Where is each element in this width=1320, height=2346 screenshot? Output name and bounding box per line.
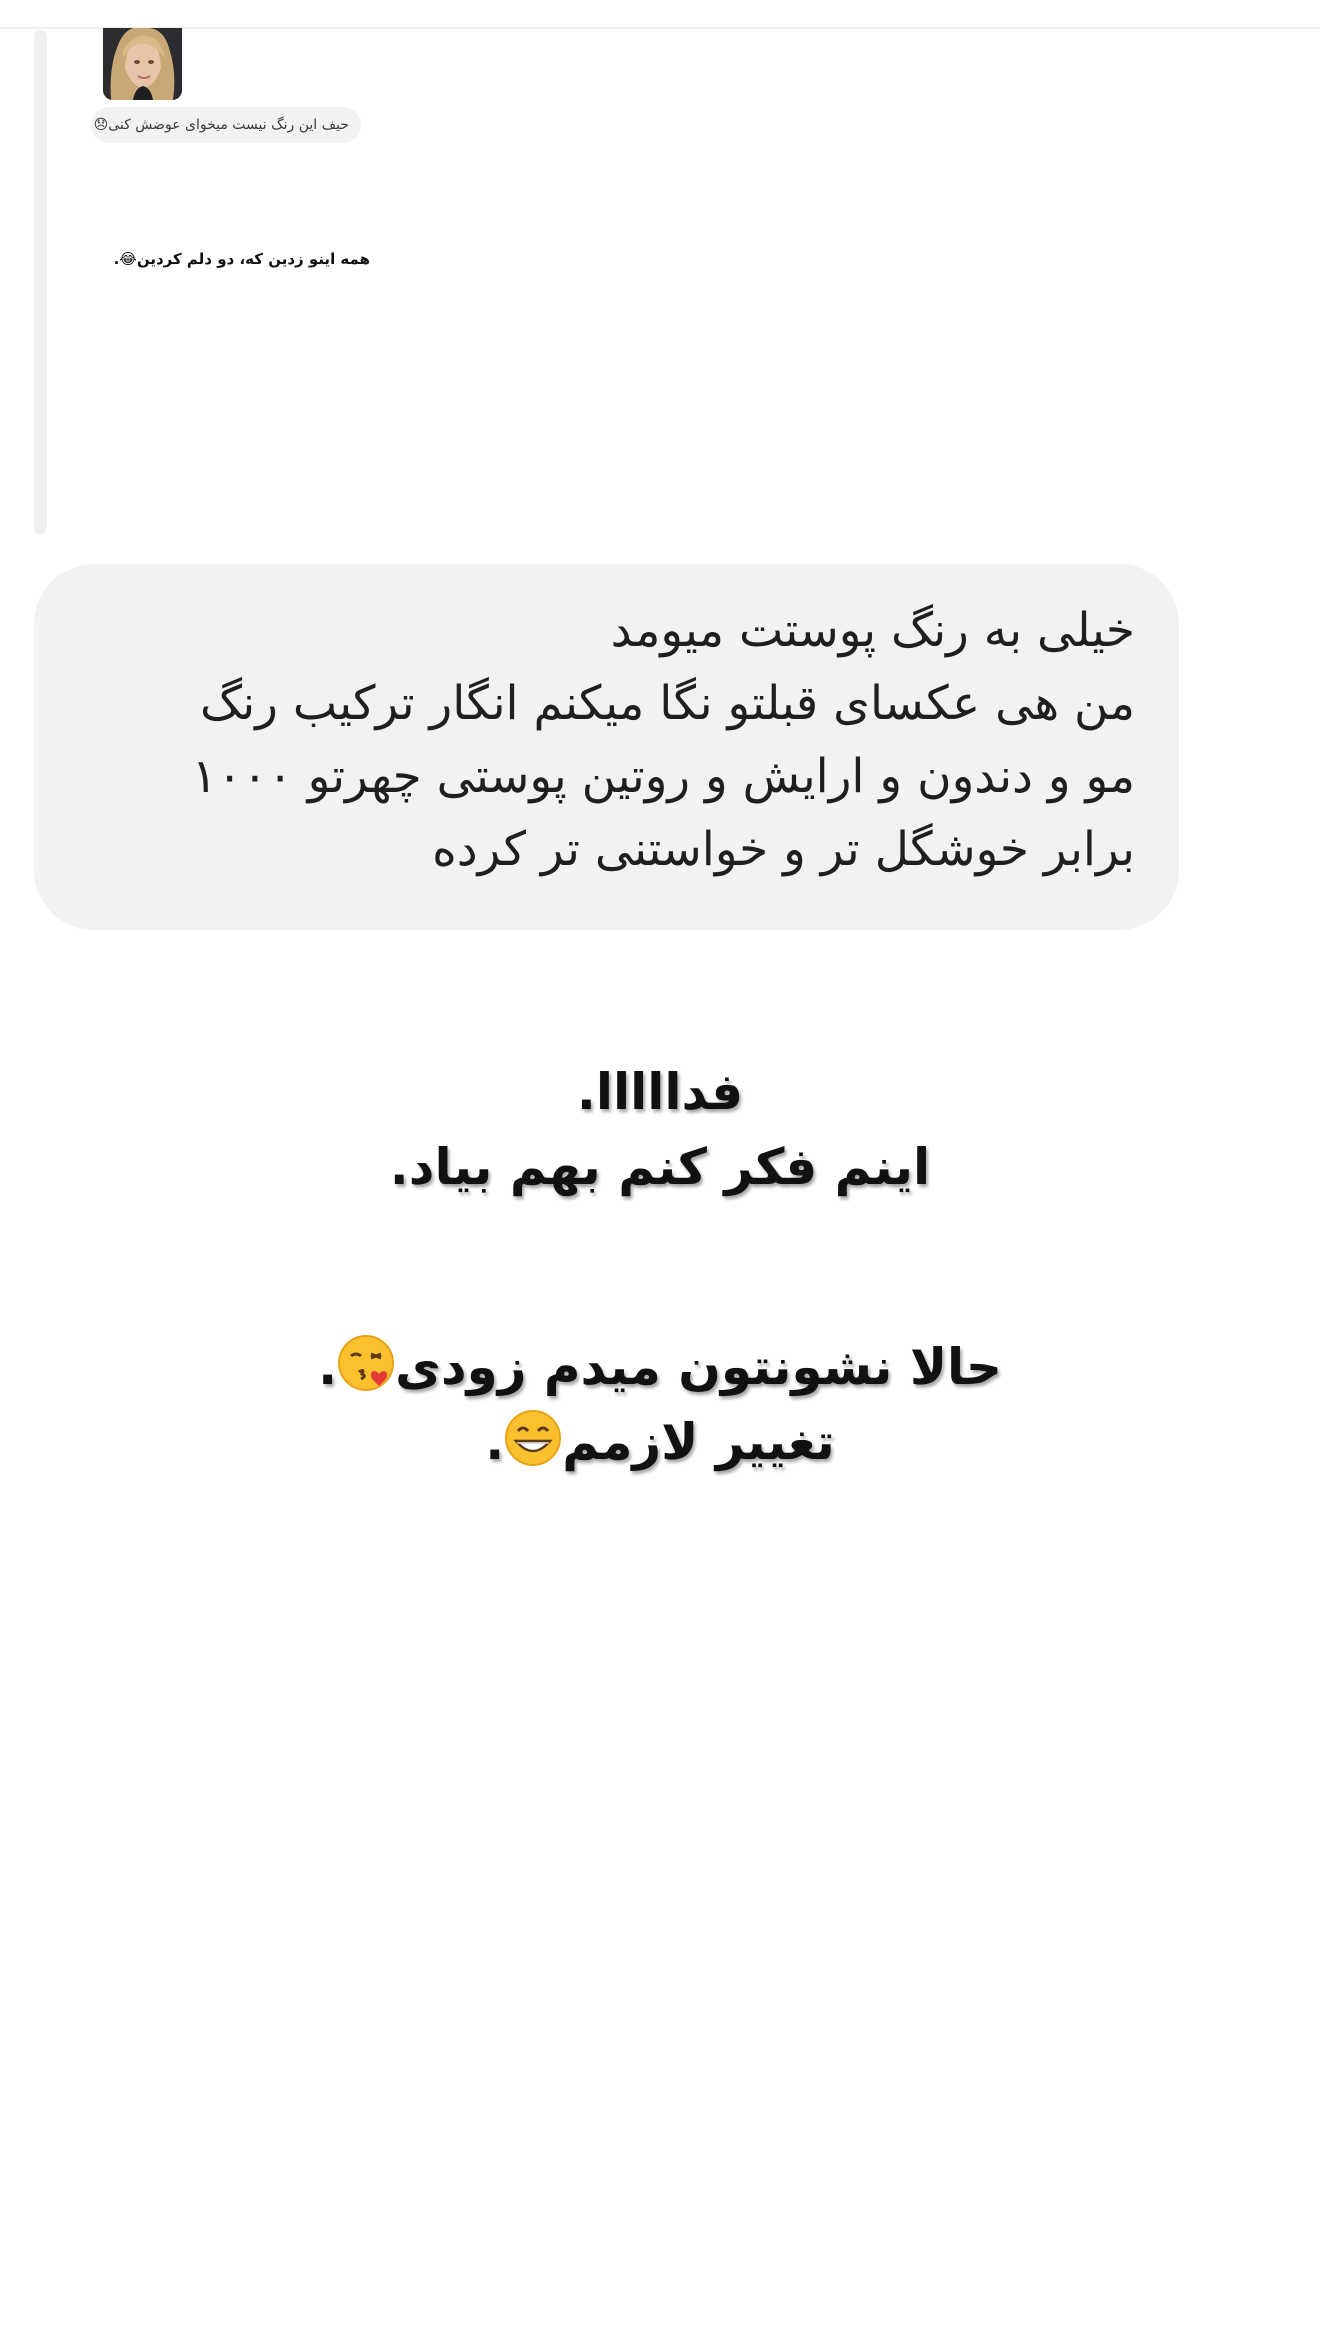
- top-divider: [0, 27, 1320, 29]
- story-text-line-2: اینم فکر کنم بهم بیاد.: [389, 1138, 931, 1196]
- kissing-face-icon: [337, 1334, 395, 1392]
- reply-message-text: خیلی به رنگ پوستت میومد من هی عکسای قبلت…: [191, 603, 1135, 877]
- reply-message-bubble[interactable]: خیلی به رنگ پوستت میومد من هی عکسای قبلت…: [34, 564, 1179, 930]
- story-thumbnail[interactable]: [103, 28, 182, 100]
- quoted-story-caption: همه اینو زدین که، دو دلم کردین😂.: [113, 250, 370, 268]
- story-text-line-3-end: .: [318, 1338, 338, 1396]
- story-text-line-4-end: .: [485, 1413, 505, 1471]
- story-text-line-3: حالا نشونتون میدم زودی .: [0, 1330, 1320, 1404]
- story-text-line-1: فدااااا.: [576, 1063, 744, 1121]
- quoted-reply-text: حیف این رنگ نیست میخوای عوضش کنی😞: [91, 107, 361, 143]
- story-reply-screen: حیف این رنگ نیست میخوای عوضش کنی😞 همه ای…: [0, 0, 1320, 2346]
- grinning-face-icon: [504, 1409, 562, 1467]
- story-text-line-3-text: حالا نشونتون میدم زودی: [395, 1338, 1002, 1396]
- story-text-line-4: تغییر لازمم .: [0, 1405, 1320, 1479]
- quoted-story-bar: [34, 30, 47, 534]
- story-text-line-4-text: تغییر لازمم: [562, 1413, 835, 1471]
